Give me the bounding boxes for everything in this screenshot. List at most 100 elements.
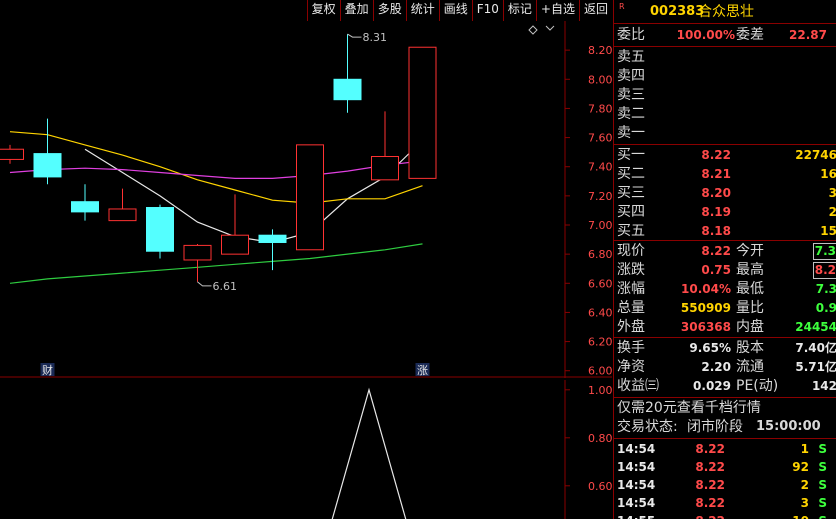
stat-row: 涨跌 0.75 最高 8.2 <box>614 261 836 279</box>
trade-state-row: 交易状态: 闭市阶段 15:00:00 <box>614 418 836 436</box>
stat-label: 量比 <box>736 300 764 316</box>
indicator-chart-svg[interactable]: 1.00 0.80 0.60 <box>0 380 613 519</box>
candle-body <box>408 46 437 179</box>
y-tick-label: 7.40 <box>588 161 612 174</box>
chevron-down-icon[interactable] <box>545 25 555 31</box>
candle[interactable] <box>71 184 99 221</box>
ask-row: 卖五 <box>614 48 836 66</box>
bid-row: 买一 8.22 22746 <box>614 146 836 164</box>
weicha-label: 委差 <box>736 27 764 43</box>
stat-row: 总量 550909 量比 0.9 <box>614 299 836 317</box>
diamond-icon[interactable] <box>528 25 538 35</box>
stat-value: 0.029 <box>693 379 731 393</box>
tick-time: 14:54 <box>617 460 656 474</box>
weibi-row: 委比 100.00% 委差 22.87 <box>614 26 836 44</box>
divider <box>614 240 836 241</box>
indicator-tick-label: 0.60 <box>588 480 612 493</box>
indicator-chart[interactable]: 1.00 0.80 0.60 <box>0 380 613 519</box>
candle-body <box>296 144 324 251</box>
candle[interactable] <box>296 144 324 251</box>
candle[interactable] <box>408 46 437 179</box>
stat-label: 股本 <box>736 340 764 356</box>
ask-row: 卖三 <box>614 86 836 104</box>
candle[interactable] <box>221 194 249 255</box>
stat-value: 7.40亿 <box>795 341 836 355</box>
y-tick-label: 6.40 <box>588 306 612 319</box>
y-tick-label: 7.80 <box>588 102 612 115</box>
toolbar-button[interactable]: 叠加 <box>339 0 373 21</box>
toolbar-button[interactable]: 画线 <box>438 0 472 21</box>
promo-link[interactable]: 仅需20元查看千档行情 <box>617 399 761 417</box>
candle[interactable] <box>333 34 362 113</box>
stat-value: 9.65% <box>689 341 731 355</box>
candlestick-chart[interactable]: 8.20 8.00 7.80 7.60 7.40 7.20 7.00 6.80 6.60 6.40… <box>0 21 613 378</box>
toolbar-button[interactable]: 复权 <box>306 0 340 21</box>
stat-label: PE(动) <box>736 378 779 394</box>
stock-header: R 002383 合众思壮 <box>614 2 836 22</box>
candle[interactable] <box>0 144 24 164</box>
tick-price: 8.22 <box>695 512 725 519</box>
candle[interactable] <box>146 204 174 259</box>
stock-code: 002383 <box>650 4 705 19</box>
stat-value: 2.20 <box>701 360 731 374</box>
stat-label: 收益㈢ <box>617 378 659 394</box>
candle[interactable] <box>108 188 137 222</box>
tick-row: 14:54 8.22 92 S <box>614 458 836 476</box>
y-tick-label: 8.20 <box>588 44 612 57</box>
tick-time: 14:54 <box>617 478 656 492</box>
stat-value: 306368 <box>680 320 731 334</box>
quote-panel: R 002383 合众思壮 委比 100.00% 委差 22.87 卖五卖四卖三… <box>613 0 836 519</box>
stat-label: 总量 <box>617 300 645 316</box>
event-marker[interactable]: 涨 <box>415 363 430 377</box>
candle[interactable] <box>371 111 399 181</box>
bid-price: 8.18 <box>701 224 731 238</box>
y-tick-label: 7.20 <box>588 190 612 203</box>
weicha-value: 22.87 <box>789 28 827 42</box>
stat-value: 7.3 <box>812 243 836 260</box>
tick-side: S <box>818 442 827 456</box>
tick-price: 8.22 <box>695 478 725 492</box>
toolbar-button[interactable]: 统计 <box>405 0 439 21</box>
tick-row: 14:54 8.22 3 S <box>614 494 836 512</box>
divider <box>614 23 836 24</box>
bid-label: 买四 <box>617 204 645 220</box>
y-tick-label: 6.20 <box>588 336 612 349</box>
y-tick-label: 7.60 <box>588 132 612 145</box>
toolbar-button[interactable]: F10 <box>471 0 503 21</box>
candle[interactable] <box>258 229 287 271</box>
toolbar-buttons: 复权 叠加 多股 统计 画线 F10 标记 +自选 返回 <box>306 0 612 21</box>
promo-row[interactable]: 仅需20元查看千档行情 <box>614 399 836 417</box>
ask-label: 卖四 <box>617 68 645 84</box>
event-marker[interactable]: 财 <box>40 363 55 377</box>
stat-value: 8.22 <box>701 244 731 258</box>
toolbar-button[interactable]: 多股 <box>372 0 406 21</box>
toolbar-button[interactable]: 标记 <box>502 0 536 21</box>
bid-label: 买二 <box>617 166 645 182</box>
toolbar-button[interactable]: +自选 <box>535 0 579 21</box>
candle[interactable] <box>33 118 62 185</box>
stat-label: 最低 <box>736 281 764 297</box>
bid-volume: 2 <box>829 203 836 221</box>
divider <box>614 337 836 338</box>
weibi-value: 100.00% <box>676 28 735 42</box>
stat-label: 现价 <box>617 243 645 259</box>
bid-volume: 3 <box>829 184 836 202</box>
stat-value: 142 <box>811 379 836 393</box>
price-chart[interactable]: 8.20 8.00 7.80 7.60 7.40 7.20 7.00 6.80 6.60 6.40… <box>0 21 613 378</box>
stat-value: 7.3 <box>815 282 836 296</box>
ask-label: 卖三 <box>617 87 645 103</box>
ask-label: 卖二 <box>617 106 645 122</box>
stat-value: 0.9 <box>815 301 836 315</box>
y-tick-label: 6.00 <box>588 365 612 378</box>
stat-row: 换手 9.65% 股本 7.40亿 <box>614 339 836 357</box>
stat-row: 净资 2.20 流通 5.71亿 <box>614 358 836 376</box>
divider <box>614 46 836 47</box>
toolbar-button[interactable]: 返回 <box>578 0 612 21</box>
stat-value: 0.75 <box>701 263 731 277</box>
tick-row: 14:54 8.22 2 S <box>614 476 836 494</box>
tick-side: S <box>818 512 827 519</box>
candle[interactable] <box>183 243 212 282</box>
tick-volume: 1 <box>800 442 809 456</box>
stat-label: 流通 <box>736 359 764 375</box>
ask-row: 卖二 <box>614 105 836 123</box>
